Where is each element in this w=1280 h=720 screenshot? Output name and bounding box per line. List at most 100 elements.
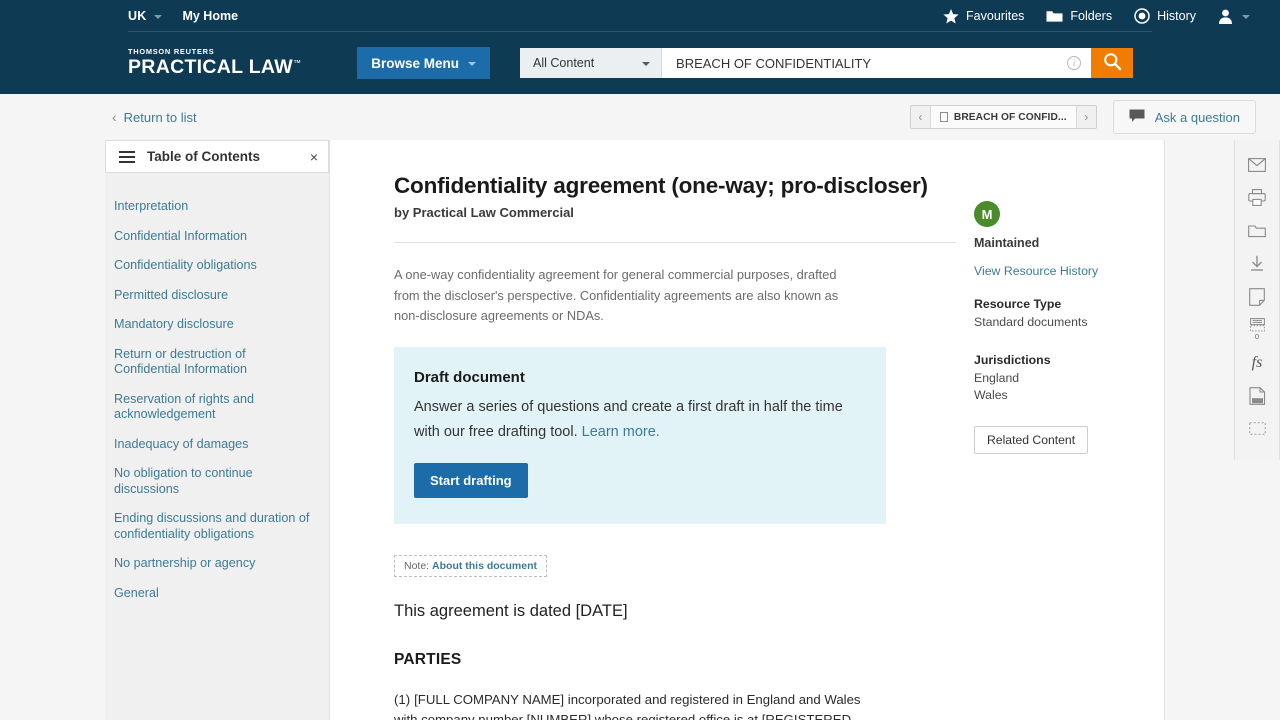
folders-link[interactable]: Folders	[1046, 9, 1112, 23]
folder-icon[interactable]	[1234, 214, 1280, 247]
toc-item-reservation-of-rights[interactable]: Reservation of rights and acknowledgemen…	[114, 392, 313, 423]
toc-title: Table of Contents	[147, 149, 260, 164]
print-icon[interactable]	[1234, 181, 1280, 214]
toc-item-no-partnership[interactable]: No partnership or agency	[114, 556, 313, 572]
search-scope-label: All Content	[533, 56, 595, 70]
toc-item-ending-discussions[interactable]: Ending discussions and duration of confi…	[114, 511, 313, 542]
toc-item-inadequacy-of-damages[interactable]: Inadequacy of damages	[114, 437, 313, 453]
document-body: Confidentiality agreement (one-way; pro-…	[394, 173, 956, 720]
return-to-list-link[interactable]: ‹ Return to list	[112, 110, 197, 125]
user-avatar-icon	[1218, 9, 1233, 24]
learn-more-link[interactable]: Learn more.	[582, 424, 660, 440]
document-columns: Confidentiality agreement (one-way; pro-…	[394, 173, 1124, 720]
toc-item-interpretation[interactable]: Interpretation	[114, 199, 313, 215]
utility-left-group: UK My Home	[128, 9, 238, 23]
ask-a-question-label: Ask a question	[1154, 109, 1240, 125]
document-pager: ‹ BREACH OF CONFID... ›	[909, 105, 1097, 129]
jurisdictions-group: Jurisdictions England Wales	[974, 353, 1124, 404]
sub-navigation-right: ‹ BREACH OF CONFID... › Ask a question	[909, 100, 1256, 134]
return-to-list-label: Return to list	[123, 109, 197, 125]
chevron-down-icon[interactable]	[154, 15, 163, 19]
close-icon[interactable]: ×	[310, 150, 318, 164]
note-prefix: Note:	[404, 559, 430, 572]
resource-type-group: Resource Type Standard documents	[974, 297, 1124, 331]
resource-type-value: Standard documents	[974, 315, 1088, 329]
download-icon[interactable]	[1234, 247, 1280, 280]
draft-document-panel: Draft document Answer a series of questi…	[394, 346, 886, 524]
sub-navigation-bar: ‹ Return to list ‹ BREACH OF CONFID... ›…	[0, 94, 1280, 140]
logo-practical-law: PRACTICAL LAW™	[128, 56, 302, 79]
draft-panel-title: Draft document	[414, 368, 525, 386]
toc-item-mandatory-disclosure[interactable]: Mandatory disclosure	[114, 317, 313, 333]
history-link[interactable]: History	[1134, 8, 1196, 24]
agreement-date-line: This agreement is dated [DATE]	[394, 601, 628, 620]
folder-icon	[1046, 9, 1063, 23]
toc-list: Interpretation Confidential Information …	[105, 173, 329, 601]
draft-panel-text: Answer a series of questions and create …	[414, 395, 862, 445]
chevron-down-icon	[468, 62, 477, 66]
about-this-document-link[interactable]: About this document	[432, 560, 537, 572]
country-selector-label[interactable]: UK	[128, 9, 146, 23]
start-drafting-button[interactable]: Start drafting	[414, 462, 528, 498]
trademark-symbol: ™	[292, 58, 302, 68]
page-title: Confidentiality agreement (one-way; pro-…	[394, 173, 928, 198]
fs-glyph: fs	[1251, 353, 1263, 371]
toc-item-general[interactable]: General	[114, 586, 313, 602]
parties-heading: PARTIES	[394, 650, 462, 668]
speech-bubble-icon	[1129, 109, 1145, 126]
table-of-contents-sidebar: Table of Contents × Interpretation Confi…	[105, 140, 330, 720]
chevron-left-icon: ‹	[112, 109, 117, 125]
star-icon	[943, 8, 959, 24]
pager-next-button[interactable]: ›	[1077, 106, 1096, 128]
document-byline: by Practical Law Commercial	[394, 205, 574, 220]
document-description: A one-way confidentiality agreement for …	[394, 267, 839, 323]
ask-a-question-button[interactable]: Ask a question	[1112, 100, 1256, 134]
pager-previous-button[interactable]: ‹	[911, 106, 930, 128]
practical-law-logo[interactable]: THOMSON REUTERS PRACTICAL LAW™	[128, 48, 301, 78]
search-bar: All Content i	[520, 48, 1134, 78]
resource-type-label: Resource Type	[974, 297, 1062, 311]
account-menu[interactable]	[1218, 9, 1256, 24]
favourites-link[interactable]: Favourites	[943, 8, 1024, 24]
brand-bar: THOMSON REUTERS PRACTICAL LAW™ Browse Me…	[0, 32, 1280, 94]
divider	[394, 242, 956, 243]
toc-header: Table of Contents ×	[105, 140, 329, 173]
history-label: History	[1157, 9, 1196, 23]
hamburger-menu-icon[interactable]	[119, 150, 135, 163]
jurisdiction-england: England	[974, 371, 1020, 385]
doc-icon[interactable]	[1234, 379, 1280, 412]
related-content-button[interactable]: Related Content	[974, 426, 1089, 454]
utility-right-group: Favourites Folders History	[943, 8, 1256, 24]
current-document-chip[interactable]: BREACH OF CONFID...	[929, 106, 1077, 128]
chevron-down-icon	[1242, 15, 1250, 19]
toc-item-no-obligation-to-continue[interactable]: No obligation to continue discussions	[114, 466, 313, 497]
utility-bar: UK My Home Favourites Folders History	[0, 0, 1280, 32]
document-tools-toolbar: 0 fs	[1234, 140, 1280, 460]
status-label: Maintained	[974, 236, 1040, 250]
browse-menu-button[interactable]: Browse Menu	[357, 47, 491, 79]
search-button[interactable]	[1091, 48, 1134, 78]
my-home-link[interactable]: My Home	[182, 9, 238, 23]
annotations-count: 0	[1254, 332, 1260, 342]
search-scope-dropdown[interactable]: All Content	[520, 48, 663, 78]
view-resource-history-link[interactable]: View Resource History	[974, 264, 1124, 278]
email-icon[interactable]	[1234, 148, 1280, 181]
toc-item-return-or-destruction[interactable]: Return or destruction of Confidential In…	[114, 347, 313, 378]
main-content-area: Table of Contents × Interpretation Confi…	[0, 140, 1280, 720]
select-icon[interactable]	[1234, 412, 1280, 445]
annotations-icon[interactable]: 0	[1234, 313, 1280, 346]
current-document-label: BREACH OF CONFID...	[953, 111, 1067, 123]
document-icon	[939, 112, 948, 122]
fs-icon[interactable]: fs	[1234, 346, 1280, 379]
toc-item-confidentiality-obligations[interactable]: Confidentiality obligations	[114, 258, 313, 274]
status-badge: M	[974, 201, 1000, 227]
logo-thomson-reuters: THOMSON REUTERS	[128, 47, 215, 57]
clock-icon	[1134, 8, 1150, 24]
toc-item-confidential-information[interactable]: Confidential Information	[114, 229, 313, 245]
info-icon[interactable]: i	[1067, 56, 1082, 70]
party-text-1: [FULL COMPANY NAME] incorporated and reg…	[394, 691, 861, 720]
party-number-1: (1)	[394, 691, 411, 707]
note-icon[interactable]	[1234, 280, 1280, 313]
search-input[interactable]	[674, 54, 1068, 72]
toc-item-permitted-disclosure[interactable]: Permitted disclosure	[114, 288, 313, 304]
